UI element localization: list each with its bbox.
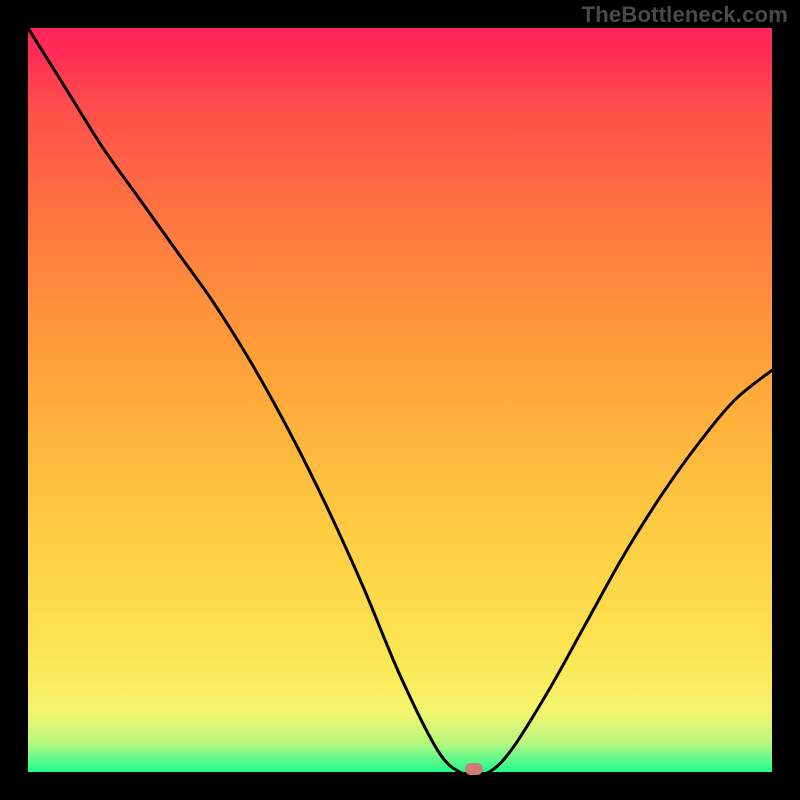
bottleneck-marker xyxy=(465,763,483,775)
watermark-text: TheBottleneck.com xyxy=(582,2,788,28)
plot-area xyxy=(28,28,772,772)
chart-frame xyxy=(20,20,780,780)
bottleneck-curve xyxy=(28,28,772,772)
